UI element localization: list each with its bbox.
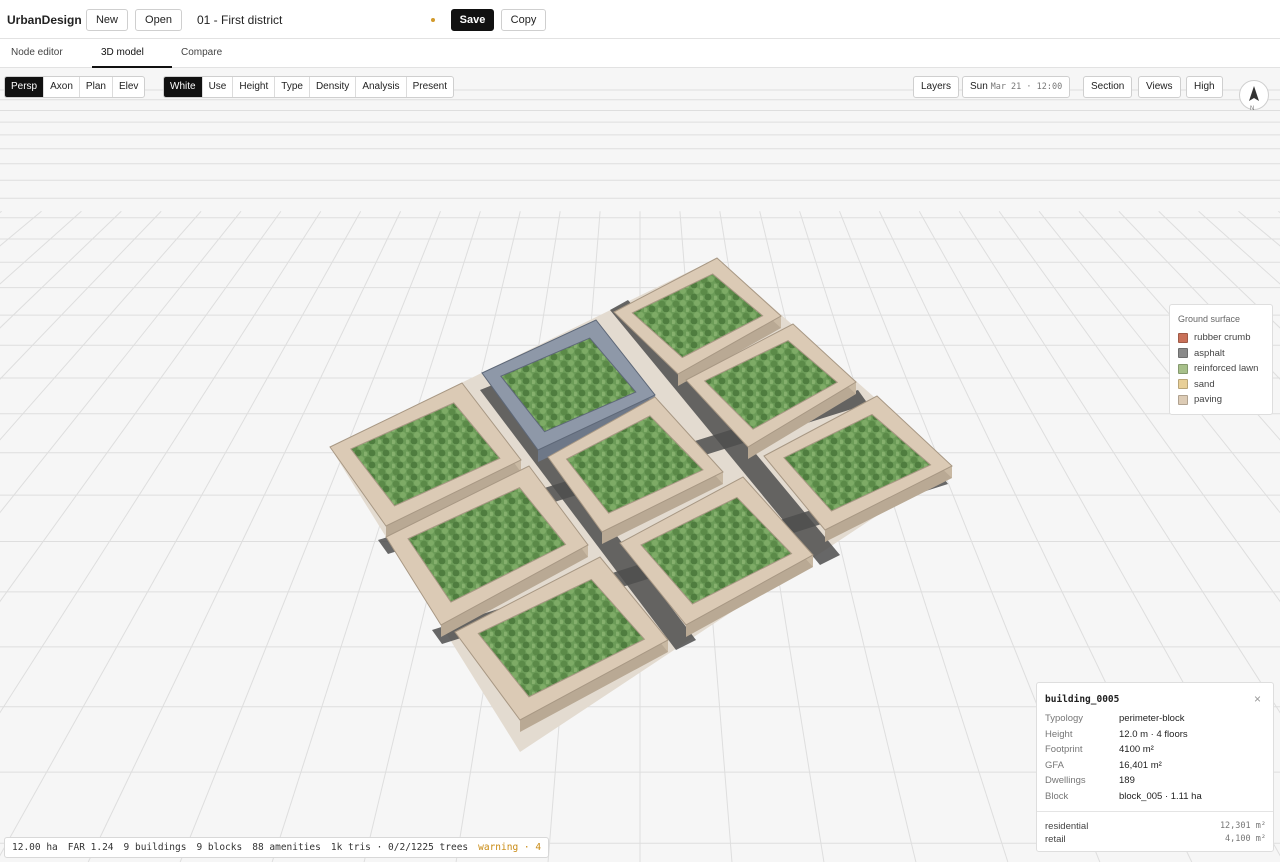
building-blocks[interactable]	[329, 257, 953, 732]
app-brand: UrbanDesign	[7, 13, 82, 27]
status-buildings: 9 buildings	[123, 842, 187, 853]
status-far: FAR 1.24	[67, 842, 114, 853]
sun-button[interactable]: Sun Mar 21 · 12:00	[962, 76, 1071, 98]
color-mode-switcher: White Use Height Type Density Analysis P…	[163, 76, 455, 98]
status-blocks: 9 blocks	[196, 842, 243, 853]
legend-item: asphalt	[1178, 346, 1264, 362]
legend-item: rubber crumb	[1178, 330, 1264, 346]
tab-3d-model[interactable]: 3D model	[101, 47, 144, 58]
property-row: GFA 16,401 m²	[1045, 759, 1162, 771]
property-row: Typology perimeter-block	[1045, 713, 1185, 724]
unsaved-indicator-icon	[431, 18, 435, 22]
sun-label: Sun	[970, 81, 988, 92]
ground-surface-legend: Ground surface rubber crumb asphalt rein…	[1169, 304, 1273, 415]
views-button[interactable]: Views	[1138, 76, 1181, 98]
status-amenities: 88 amenities	[252, 842, 321, 853]
property-row: Block block_005 · 1.11 ha	[1045, 790, 1202, 802]
divider	[1037, 811, 1273, 812]
sun-time: Mar 21 · 12:00	[990, 82, 1063, 92]
swatch-reinforced-lawn-icon	[1178, 363, 1188, 374]
tab-node-editor[interactable]: Node editor	[11, 47, 63, 58]
mode-use-button[interactable]: Use	[203, 77, 234, 97]
section-button[interactable]: Section	[1083, 76, 1133, 98]
layers-button[interactable]: Layers	[913, 76, 960, 98]
mode-present-button[interactable]: Present	[407, 77, 453, 97]
swatch-asphalt-icon	[1178, 348, 1188, 359]
open-button[interactable]: Open	[135, 9, 182, 31]
property-row: Dwellings 189	[1045, 775, 1135, 786]
legend-item: paving	[1178, 392, 1264, 408]
tab-bar: Node editor 3D model Compare	[0, 39, 1280, 68]
view-elev-button[interactable]: Elev	[113, 77, 144, 97]
status-bar: 12.00 ha FAR 1.24 9 buildings 9 blocks 8…	[4, 837, 550, 858]
building-id: building_0005	[1045, 694, 1120, 705]
mode-height-button[interactable]: Height	[233, 77, 276, 97]
status-render-stats: 1k tris · 0/2/1225 trees	[330, 842, 469, 853]
use-breakdown: residential 12,301 m² retail 4,100 m²	[1045, 821, 1266, 847]
swatch-rubber-crumb-icon	[1178, 332, 1188, 343]
swatch-paving-icon	[1178, 394, 1188, 405]
compass-arrow-icon	[1249, 86, 1259, 101]
legend-item: sand	[1178, 377, 1264, 393]
view-plan-button[interactable]: Plan	[80, 77, 113, 97]
property-row: Footprint 4100 m²	[1045, 744, 1154, 755]
legend-title: Ground surface	[1178, 314, 1241, 324]
tab-compare[interactable]: Compare	[181, 47, 222, 58]
building-info-panel: building_0005 × Typology perimeter-block …	[1036, 682, 1274, 852]
building-properties: Typology perimeter-block Height 12.0 m · 4…	[1045, 713, 1267, 806]
status-warning[interactable]: warning · 4	[478, 842, 541, 853]
compass-north-label: N	[1250, 106, 1255, 112]
use-row: residential 12,301 m²	[1045, 821, 1266, 832]
quality-button[interactable]: High	[1186, 76, 1223, 98]
document-title[interactable]: 01 - First district	[197, 13, 282, 27]
top-bar: UrbanDesign New Open 01 - First district…	[0, 0, 1280, 39]
status-area: 12.00 ha	[12, 842, 58, 853]
save-button[interactable]: Save	[451, 9, 494, 31]
swatch-sand-icon	[1178, 379, 1188, 390]
mode-analysis-button[interactable]: Analysis	[356, 77, 407, 97]
copy-button[interactable]: Copy	[501, 9, 546, 31]
view-persp-button[interactable]: Persp	[5, 77, 45, 97]
legend-item: reinforced lawn	[1178, 361, 1264, 377]
mode-white-button[interactable]: White	[164, 77, 203, 97]
close-icon[interactable]: ×	[1254, 692, 1261, 706]
property-row: Height 12.0 m · 4 floors	[1045, 728, 1188, 740]
mode-type-button[interactable]: Type	[275, 77, 310, 97]
new-button[interactable]: New	[86, 9, 128, 31]
view-mode-switcher: Persp Axon Plan Elev	[4, 76, 146, 98]
use-row: retail 4,100 m²	[1045, 834, 1266, 845]
view-axon-button[interactable]: Axon	[44, 77, 80, 97]
mode-density-button[interactable]: Density	[310, 77, 357, 97]
